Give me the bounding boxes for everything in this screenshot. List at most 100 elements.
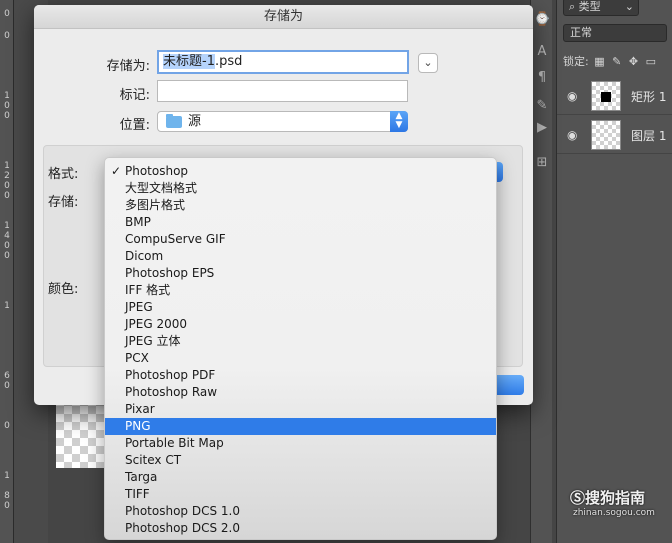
ruler-tick: 0	[4, 31, 10, 41]
lock-brush-icon[interactable]: ✎	[612, 55, 621, 68]
dialog-title: 存储为	[34, 5, 533, 29]
expand-dialog-button[interactable]: ⌄	[418, 53, 438, 73]
ruler-tick: 2	[4, 171, 10, 181]
layer-thumbnail	[591, 81, 621, 111]
format-menu-item[interactable]: Targa	[105, 469, 496, 486]
tags-label: 标记:	[119, 88, 150, 103]
format-menu-item-label: JPEG 2000	[125, 317, 188, 331]
lock-all-icon[interactable]: ▭	[646, 55, 656, 68]
blend-mode-label: 正常	[570, 26, 592, 39]
format-menu-item-label: Scitex CT	[125, 453, 182, 467]
format-menu-item[interactable]: CompuServe GIF	[105, 231, 496, 248]
brush-icon[interactable]: ✎	[534, 98, 550, 114]
format-menu-item[interactable]: Photoshop DCS 2.0	[105, 520, 496, 537]
format-menu-item[interactable]: IFF 格式	[105, 282, 496, 299]
format-menu-item[interactable]: ✓ Photoshop	[105, 163, 496, 180]
search-icon: ⌕	[569, 0, 576, 13]
layer-thumbnail	[591, 120, 621, 150]
ruler-tick: 0	[4, 241, 10, 251]
format-menu-item[interactable]: 多图片格式	[105, 197, 496, 214]
format-menu-item[interactable]: JPEG 立体	[105, 333, 496, 350]
format-menu-item-label: Photoshop PDF	[125, 368, 216, 382]
lock-position-icon[interactable]: ✥	[629, 55, 638, 68]
format-menu-item[interactable]: Photoshop Raw	[105, 384, 496, 401]
adjust-icon[interactable]: ⊞	[534, 155, 550, 171]
location-label: 位置:	[119, 118, 150, 133]
format-menu-item-label: JPEG 立体	[125, 334, 181, 348]
format-menu-item-label: 大型文档格式	[125, 181, 198, 195]
lock-row: 锁定: ▦ ✎ ✥ ▭	[563, 53, 656, 69]
ruler-tick: 1	[4, 161, 10, 171]
format-menu-item[interactable]: Portable Bit Map	[105, 435, 496, 452]
format-menu-item[interactable]: PCX	[105, 350, 496, 367]
ruler-tick: 0	[4, 111, 10, 121]
format-menu-item-label: PNG	[125, 419, 151, 433]
eye-icon[interactable]: ◉	[567, 128, 577, 142]
chevron-down-icon: ⌄	[624, 0, 634, 13]
store-label: 存储:	[48, 195, 79, 210]
file-name-input[interactable]: 未标题-1.psd	[157, 50, 409, 74]
lock-label: 锁定:	[563, 55, 589, 68]
paragraph-icon[interactable]: ¶	[534, 70, 550, 86]
format-dropdown-menu: ✓ Photoshop 大型文档格式 多图片格式 BMP CompuServe GIF Di…	[104, 157, 497, 540]
layer-row[interactable]: ◉ 矩形 1	[557, 77, 672, 115]
ruler-tick: 0	[4, 101, 10, 111]
format-menu-item-label: Photoshop	[125, 164, 189, 178]
ruler-tick: 0	[4, 251, 10, 261]
ruler-tick: 6	[4, 371, 10, 381]
format-menu-item-label: Photoshop DCS 2.0	[125, 521, 240, 535]
ruler-tick: 8	[4, 491, 10, 501]
watermark-logo-text: 搜狗指南	[585, 489, 646, 507]
layer-filter-label: 类型	[578, 0, 601, 13]
format-menu-item-label: Dicom	[125, 249, 164, 263]
layer-filter-select[interactable]: ⌕ 类型 ⌄	[563, 0, 639, 16]
transparent-canvas	[56, 398, 104, 468]
format-menu-item[interactable]: Scitex CT	[105, 452, 496, 469]
rectangle-shape-icon	[601, 92, 611, 102]
layer-name: 图层 1	[631, 129, 667, 143]
eye-icon[interactable]: ◉	[567, 89, 577, 103]
layer-name: 矩形 1	[631, 90, 667, 104]
format-menu-item[interactable]: Photoshop DCS 1.0	[105, 503, 496, 520]
chevron-down-icon: ⌄	[423, 56, 433, 69]
layer-row[interactable]: ◉ 图层 1	[557, 116, 672, 154]
format-menu-item-label: Pixar	[125, 402, 155, 416]
save-as-label: 存储为:	[106, 59, 150, 74]
format-menu-item[interactable]: 大型文档格式	[105, 180, 496, 197]
color-label: 颜色:	[48, 282, 79, 297]
ruler-tick: 1	[4, 301, 10, 311]
ruler-tick: 1	[4, 221, 10, 231]
panel-tool-strip: ⌚ A ¶ ✎ ▶ ⊞	[530, 0, 552, 543]
history-icon[interactable]: ⌚	[534, 12, 550, 28]
format-menu-item-label: Targa	[125, 470, 158, 484]
format-menu-item-label: Photoshop Raw	[125, 385, 218, 399]
format-menu-item[interactable]: JPEG 2000	[105, 316, 496, 333]
play-icon[interactable]: ▶	[534, 120, 550, 136]
format-menu-item[interactable]: Photoshop PDF	[105, 367, 496, 384]
format-menu-item[interactable]: JPEG	[105, 299, 496, 316]
checkmark-icon: ✓	[111, 164, 122, 178]
character-icon[interactable]: A	[534, 44, 550, 60]
format-menu-item[interactable]: Photoshop EPS	[105, 265, 496, 282]
format-menu-item[interactable]: Pixar	[105, 401, 496, 418]
format-menu-item[interactable]: BMP	[105, 214, 496, 231]
vertical-ruler: 0 0 1 0 0 1 2 0 0 1 4 0 0 1 6 0 0 1 8 0	[0, 0, 14, 543]
format-menu-item[interactable]: PNG	[105, 418, 496, 435]
format-menu-item[interactable]: Dicom	[105, 248, 496, 265]
format-menu-item-label: 多图片格式	[125, 198, 186, 212]
blend-mode-select[interactable]: 正常	[563, 24, 667, 42]
lock-pixels-icon[interactable]: ▦	[594, 55, 604, 68]
ruler-tick: 0	[4, 9, 10, 19]
location-value: 源	[188, 114, 202, 129]
format-menu-item-label: Photoshop EPS	[125, 266, 215, 280]
format-menu-item-label: BMP	[125, 215, 151, 229]
format-menu-item-label: IFF 格式	[125, 283, 171, 297]
location-select[interactable]: 源 ▲ ▼	[157, 111, 408, 132]
format-menu-item-label: JPEG	[125, 300, 153, 314]
ruler-tick: 0	[4, 381, 10, 391]
format-menu-item[interactable]: TIFF	[105, 486, 496, 503]
ruler-tick: 0	[4, 181, 10, 191]
tags-input[interactable]	[157, 80, 408, 102]
format-menu-item-label: Portable Bit Map	[125, 436, 224, 450]
format-label: 格式:	[48, 167, 79, 182]
